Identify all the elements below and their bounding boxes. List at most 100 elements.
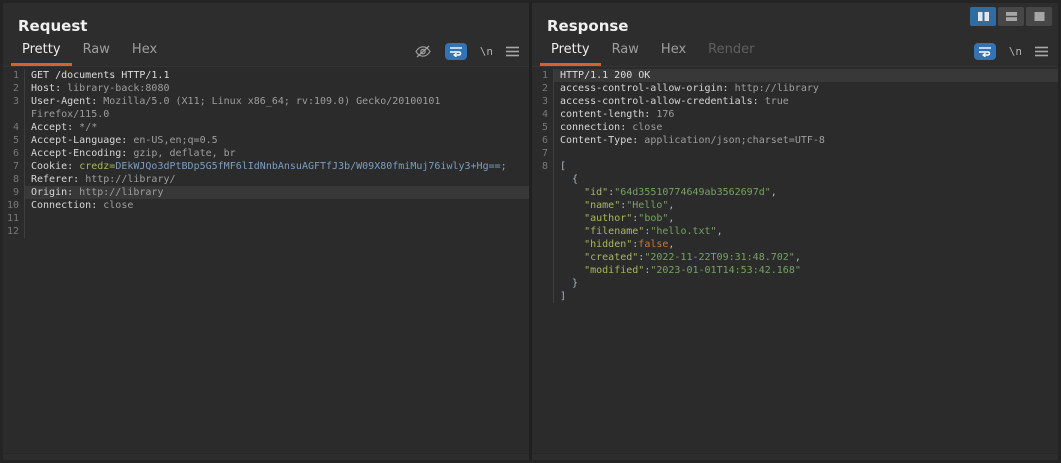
code-segment-hval: close: [626, 122, 663, 133]
line-text: "id":"64d35510774649ab3562697d",: [554, 186, 1058, 199]
code-segment-hval: http://library/: [79, 174, 176, 185]
code-segment-punc: [560, 265, 584, 276]
code-segment-hname: Accept-Language:: [31, 135, 128, 146]
line-text: "name":"Hello",: [554, 199, 1058, 212]
menu-icon[interactable]: [1035, 46, 1048, 57]
code-segment-punc: [560, 239, 584, 250]
line-number: 10: [3, 199, 25, 212]
newline-toggle-icon[interactable]: \n: [480, 45, 493, 58]
line-text: Referer: http://library/: [25, 173, 529, 186]
request-tabs: Pretty Raw Hex: [11, 38, 168, 66]
code-segment-jkey: "modified": [584, 265, 645, 276]
code-line: "name":"Hello",: [532, 199, 1058, 212]
line-text: Host: library-back:8080: [25, 82, 529, 95]
tab-hex[interactable]: Hex: [121, 38, 168, 66]
line-text: Origin: http://library: [25, 186, 529, 199]
line-number: [532, 173, 554, 186]
line-number: 2: [532, 82, 554, 95]
code-segment-hname: User-Agent:: [31, 96, 98, 107]
request-panel-title: Request: [18, 17, 88, 35]
line-text: "filename":"hello.txt",: [554, 225, 1058, 238]
response-tab-icons: \n: [973, 43, 1048, 66]
code-segment-hval: http://library: [728, 83, 819, 94]
code-segment-jkey: "created": [584, 252, 639, 263]
tab-pretty[interactable]: Pretty: [540, 38, 601, 66]
tab-hex[interactable]: Hex: [650, 38, 697, 66]
code-segment-hval: application/json;charset=UTF-8: [638, 135, 825, 146]
code-line: 11: [3, 212, 529, 225]
line-text: User-Agent: Mozilla/5.0 (X11; Linux x86_…: [25, 95, 529, 108]
code-line: 6 Content-Type: application/json;charset=…: [532, 134, 1058, 147]
line-number: 1: [3, 69, 25, 82]
code-segment-punc: {: [560, 174, 579, 185]
line-number: 4: [532, 108, 554, 121]
newline-toggle-icon[interactable]: \n: [1009, 45, 1022, 58]
code-segment-jkey: "id": [584, 187, 609, 198]
code-segment-punc: [560, 200, 584, 211]
code-line: "modified":"2023-01-01T14:53:42.168": [532, 264, 1058, 277]
code-segment-punc: [560, 252, 584, 263]
tab-raw[interactable]: Raw: [601, 38, 650, 66]
word-wrap-icon[interactable]: [444, 43, 467, 60]
line-number: 4: [3, 121, 25, 134]
code-line: 8 Referer: http://library/: [3, 173, 529, 186]
code-segment-pname: credz=: [79, 161, 116, 172]
line-number: [532, 186, 554, 199]
code-line: 7: [532, 147, 1058, 160]
layout-single-button[interactable]: [1026, 7, 1052, 26]
code-segment-hname: content-length:: [560, 109, 651, 120]
code-segment-hname: access-control-allow-credentials:: [560, 96, 759, 107]
http-message-viewer: Request Pretty Raw Hex \n 1 GET /documen…: [0, 0, 1061, 463]
line-number: [532, 238, 554, 251]
hide-nonprintable-eye-icon[interactable]: [414, 44, 432, 59]
code-segment-hname: access-control-allow-origin:: [560, 83, 729, 94]
code-segment-hval: */*: [73, 122, 98, 133]
code-segment-jkey: "name": [584, 200, 621, 211]
code-line: 7 Cookie: credz=DEkWJQo3dPtBDp5G5fMF6lIdN…: [3, 160, 529, 173]
code-segment-hval: close: [97, 200, 134, 211]
code-segment-jstr: "2022-11-22T09:31:48.702": [644, 252, 795, 263]
response-tab-bar: Pretty Raw Hex Render \n: [532, 39, 1058, 67]
line-text: Accept-Language: en-US,en;q=0.5: [25, 134, 529, 147]
code-segment-hname: Connection:: [31, 200, 98, 211]
line-number: 3: [3, 95, 25, 108]
line-number: [532, 212, 554, 225]
line-number: 11: [3, 212, 25, 225]
code-line: 2 access-control-allow-origin: http://lib…: [532, 82, 1058, 95]
line-text: content-length: 176: [554, 108, 1058, 121]
line-text: Accept-Encoding: gzip, deflate, br: [25, 147, 529, 160]
code-line: {: [532, 173, 1058, 186]
response-editor[interactable]: 1 HTTP/1.1 200 OK 2 access-control-allow-or…: [532, 67, 1058, 453]
response-tabs: Pretty Raw Hex Render: [540, 38, 765, 66]
code-segment-hname: Accept:: [31, 122, 74, 133]
code-segment-jstr: "Hello": [626, 200, 669, 211]
code-line: 9 Origin: http://library: [3, 186, 529, 199]
code-line: 3 access-control-allow-credentials: true: [532, 95, 1058, 108]
line-number: 6: [532, 134, 554, 147]
code-segment-hname: Accept-Encoding:: [31, 148, 128, 159]
code-segment-hname: Cookie:: [31, 161, 74, 172]
layout-side-by-side-button[interactable]: [970, 7, 996, 26]
code-segment-jkey: "hidden": [584, 239, 633, 250]
word-wrap-icon[interactable]: [973, 43, 996, 60]
request-hscroll-track[interactable]: [3, 453, 529, 460]
code-segment-hname: Host:: [31, 83, 62, 94]
code-segment-jkey: "filename": [584, 226, 645, 237]
line-number: 1: [532, 69, 554, 82]
code-segment-punc: ,: [668, 200, 675, 211]
layout-stacked-button[interactable]: [998, 7, 1024, 26]
code-line: 8[: [532, 160, 1058, 173]
request-editor[interactable]: 1 GET /documents HTTP/1.1 2 Host: library-b…: [3, 67, 529, 453]
code-line: 10 Connection: close: [3, 199, 529, 212]
line-text: "created":"2022-11-22T09:31:48.702",: [554, 251, 1058, 264]
code-segment-pval: DEkWJQo3dPtBDp5G5fMF6lIdNnbAnsuAGFTfJ3b/…: [115, 161, 501, 172]
line-text: Accept: */*: [25, 121, 529, 134]
line-text: connection: close: [554, 121, 1058, 134]
tab-raw[interactable]: Raw: [72, 38, 121, 66]
line-number: [532, 199, 554, 212]
code-segment-punc: ,: [794, 252, 801, 263]
menu-icon[interactable]: [506, 46, 519, 57]
tab-pretty[interactable]: Pretty: [11, 38, 72, 66]
response-hscroll-track[interactable]: [532, 453, 1058, 460]
request-tab-icons: \n: [414, 43, 519, 66]
